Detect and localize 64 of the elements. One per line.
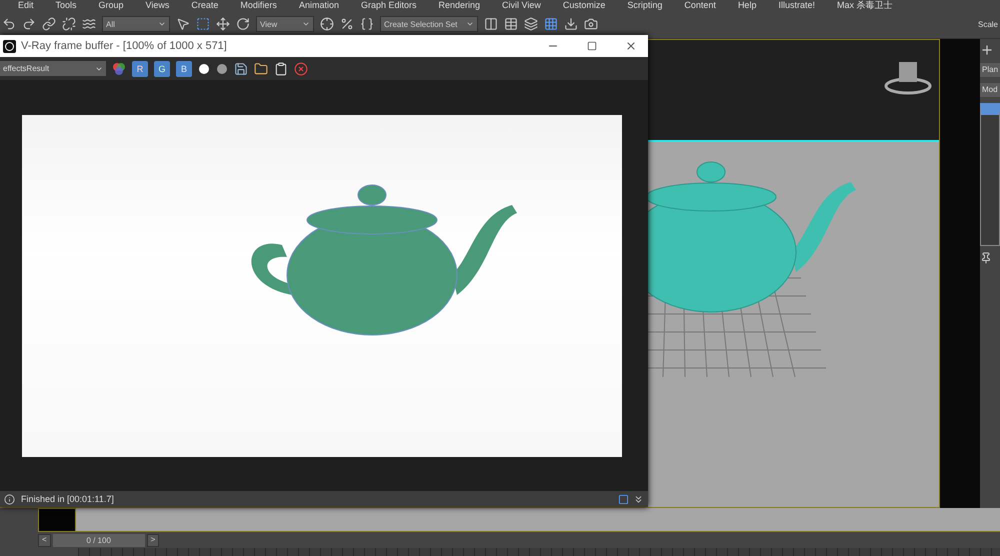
solid-sphere-icon[interactable]	[198, 62, 210, 74]
menu-item[interactable]: Help	[738, 0, 756, 10]
menu-item[interactable]: Group	[98, 0, 124, 10]
menu-item[interactable]: Illustrate!	[778, 0, 815, 10]
previous-frame-button[interactable]: <	[38, 534, 51, 546]
waves-icon[interactable]	[82, 17, 96, 31]
viewcube-icon[interactable]	[883, 60, 933, 96]
clipboard-icon[interactable]	[274, 62, 288, 76]
menu-item[interactable]: Rendering	[438, 0, 480, 10]
modifier-list[interactable]	[980, 103, 1000, 246]
rotate-icon[interactable]	[236, 17, 250, 31]
layers-icon[interactable]	[524, 17, 538, 31]
window-title: V-Ray frame buffer - [100% of 1000 x 571]	[21, 40, 228, 52]
menu-item[interactable]: Content	[684, 0, 716, 10]
render-status: Finished in [00:01:11.7]	[21, 494, 115, 504]
v-logo-icon	[3, 40, 16, 52]
menu-item[interactable]: Modifiers	[240, 0, 277, 10]
menu-item[interactable]: Graph Editors	[360, 0, 416, 10]
menu-item[interactable]: Scripting	[627, 0, 662, 10]
link-icon[interactable]	[42, 17, 56, 31]
braces-icon[interactable]	[360, 17, 374, 31]
menu-item[interactable]: Customize	[562, 0, 606, 10]
menu-item[interactable]: Max 杀毒卫士	[836, 0, 892, 10]
object-type-dropdown[interactable]: Plan	[980, 63, 1000, 77]
download-icon[interactable]	[564, 17, 578, 31]
camera-icon[interactable]	[584, 17, 598, 31]
plus-icon[interactable]	[980, 43, 994, 57]
grid-icon[interactable]	[544, 17, 558, 31]
close-icon[interactable]	[625, 40, 637, 52]
menu-item[interactable]: Animation	[298, 0, 339, 10]
maximize-icon[interactable]	[587, 41, 597, 51]
clear-icon[interactable]	[294, 62, 308, 76]
reference-coordinate-dropdown[interactable]: View	[256, 16, 314, 32]
undo-icon[interactable]	[2, 17, 16, 31]
menu-item[interactable]: Civil View	[502, 0, 541, 10]
pointer-icon[interactable]	[176, 17, 190, 31]
dashed-square-icon[interactable]	[196, 17, 210, 31]
expand-icon[interactable]	[633, 494, 644, 504]
color-circles-icon[interactable]	[112, 62, 126, 76]
selection-set-dropdown[interactable]: Create Selection Set	[380, 16, 478, 32]
panel-toggle-icon[interactable]	[618, 494, 629, 504]
info-icon[interactable]	[4, 494, 15, 504]
redo-icon[interactable]	[22, 17, 36, 31]
move-icon[interactable]	[216, 17, 230, 31]
table-icon[interactable]	[504, 17, 518, 31]
scale-label: Scale	[978, 20, 998, 28]
unlink-icon[interactable]	[62, 17, 76, 31]
shaded-sphere-icon[interactable]	[216, 62, 228, 74]
next-frame-button[interactable]: >	[146, 534, 160, 546]
channel-dropdown[interactable]: effectsResult	[0, 61, 106, 76]
percent-icon[interactable]	[340, 17, 354, 31]
folder-icon[interactable]	[254, 62, 268, 76]
channel-toggle[interactable]: G	[154, 60, 170, 76]
crosshair-icon[interactable]	[320, 17, 334, 31]
time-slider-thumb[interactable]: 0 / 100	[52, 534, 145, 546]
mirror-icon[interactable]	[484, 17, 498, 31]
save-icon[interactable]	[234, 62, 248, 76]
modifier-dropdown[interactable]: Mod	[980, 83, 1000, 97]
menu-item[interactable]: Create	[191, 0, 218, 10]
menu-item[interactable]: Edit	[18, 0, 34, 10]
menu-item[interactable]: Views	[146, 0, 170, 10]
pin-icon[interactable]	[980, 252, 992, 264]
selection-filter-dropdown[interactable]: All	[102, 16, 170, 32]
menu-item[interactable]: Tools	[56, 0, 77, 10]
